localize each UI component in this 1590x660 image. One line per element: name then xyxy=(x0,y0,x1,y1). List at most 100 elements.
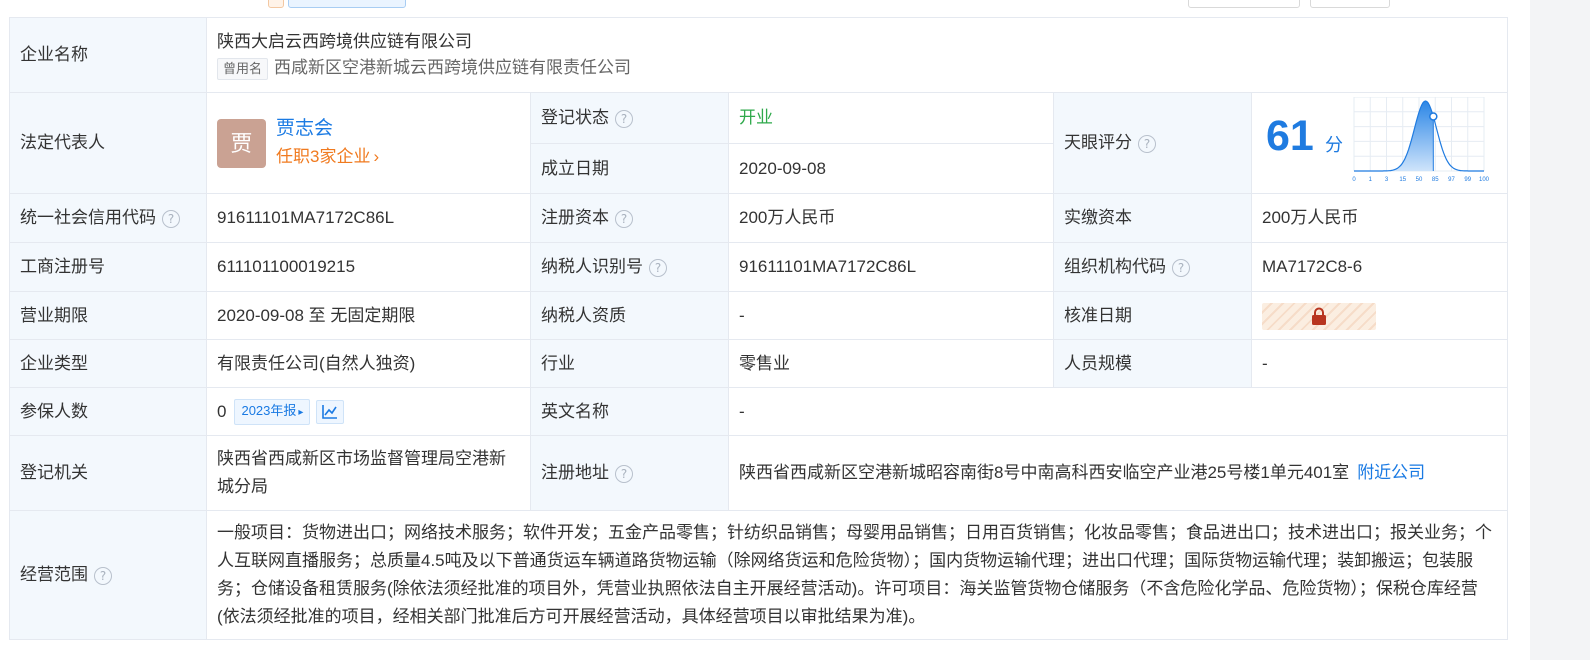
scope-label-cell: 经营范围? xyxy=(9,510,207,640)
score-label-cell: 天眼评分? xyxy=(1053,92,1252,194)
status-label-cell: 登记状态? xyxy=(530,92,729,144)
row-term: 营业期限 2020-09-08 至 无固定期限 纳税人资质 - 核准日期 xyxy=(9,291,1509,340)
row-biz-reg: 工商注册号 611101100019215 纳税人识别号? 91611101MA… xyxy=(9,242,1509,292)
biz-reg-label: 工商注册号 xyxy=(9,242,207,292)
scope-value: 一般项目：货物进出口；网络技术服务；软件开发；五金产品零售；针纺织品销售；母婴用… xyxy=(205,510,1509,640)
caret-right-icon: ▸ xyxy=(298,407,304,419)
row-legal-status: 法定代表人 贾 贾志会 任职3家企业 › 登记状态? 开业 天眼评分? 61 分 … xyxy=(9,92,1509,194)
row-authority: 登记机关 陕西省西咸新区市场监督管理局空港新城分局 注册地址? 陕西省西咸新区空… xyxy=(9,435,1509,511)
line-chart-icon xyxy=(322,405,338,419)
score-axis-tick: 100 xyxy=(1479,177,1490,183)
score-cell[interactable]: 61 分 0 1 3 15 50 85 97 99 100 xyxy=(1250,92,1509,194)
company-name-cell: 陕西大启云西跨境供应链有限公司 曾用名 西咸新区空港新城云西跨境供应链有限责任公司 xyxy=(205,17,1509,93)
authority-label: 登记机关 xyxy=(9,435,207,511)
reg-capital-label: 注册资本 xyxy=(541,208,609,227)
former-name-tag: 曾用名 xyxy=(217,58,269,80)
vip-locked-field[interactable] xyxy=(1262,302,1376,330)
taxpayer-qual-label: 纳税人资质 xyxy=(530,291,729,340)
top-toolbar-remnant xyxy=(0,0,1530,8)
status-label: 登记状态 xyxy=(541,108,609,127)
credit-value: 91611101MA7172C86L xyxy=(206,193,531,243)
row-insured: 参保人数 0 2023年报 ▸ 英文名称 - xyxy=(9,387,1509,436)
company-info-table: 企业名称 陕西大启云西跨境供应链有限公司 曾用名 西咸新区空港新城云西跨境供应链有… xyxy=(9,17,1509,640)
address-value: 陕西省西咸新区空港新城昭容南街8号中南高科西安临空产业港25号楼1单元401室 xyxy=(739,463,1350,482)
legal-rep-info: 贾志会 任职3家企业 › xyxy=(276,115,379,171)
score-axis-tick: 0 xyxy=(1352,177,1356,183)
scope-label: 经营范围 xyxy=(20,565,88,584)
english-name-value: - xyxy=(727,387,1509,436)
legal-rep-roles: 任职3家企业 xyxy=(276,147,371,166)
row-type: 企业类型 有限责任公司(自然人独资) 行业 零售业 人员规模 - xyxy=(9,339,1509,388)
company-name: 陕西大启云西跨境供应链有限公司 xyxy=(217,32,472,51)
help-icon[interactable]: ? xyxy=(1172,258,1190,277)
help-icon[interactable]: ? xyxy=(615,464,633,483)
help-icon[interactable]: ? xyxy=(94,566,112,585)
status-value: 开业 xyxy=(739,108,773,127)
org-code-value: MA7172C8-6 xyxy=(1250,242,1509,292)
term-value: 2020-09-08 至 无固定期限 xyxy=(206,291,531,340)
score-marker-point xyxy=(1429,112,1438,121)
reg-capital-label-cell: 注册资本? xyxy=(530,193,729,243)
annual-report-button[interactable]: 2023年报 ▸ xyxy=(234,399,311,426)
score-label: 天眼评分 xyxy=(1064,133,1132,152)
score-axis-tick: 1 xyxy=(1369,177,1373,183)
help-icon[interactable]: ? xyxy=(1138,134,1156,153)
credit-label-cell: 统一社会信用代码? xyxy=(9,193,207,243)
help-icon[interactable]: ? xyxy=(162,209,180,228)
row-scope: 经营范围? 一般项目：货物进出口；网络技术服务；软件开发；五金产品零售；针纺织品… xyxy=(9,510,1509,640)
help-icon[interactable]: ? xyxy=(615,209,633,228)
legal-rep-label: 法定代表人 xyxy=(9,92,207,194)
help-icon[interactable]: ? xyxy=(615,109,633,128)
type-label: 企业类型 xyxy=(9,339,207,388)
address-label-cell: 注册地址? xyxy=(530,435,729,511)
org-code-label-cell: 组织机构代码? xyxy=(1053,242,1252,292)
help-icon[interactable]: ? xyxy=(649,258,667,277)
taxpayer-id-value: 91611101MA7172C86L xyxy=(728,242,1054,292)
nearby-companies-link[interactable]: 附近公司 xyxy=(1357,463,1425,482)
score-axis-tick: 3 xyxy=(1385,177,1389,183)
score-widget[interactable]: 61 分 0 1 3 15 50 85 97 99 100 xyxy=(1252,93,1507,193)
top-button-2[interactable] xyxy=(1310,0,1390,8)
top-tag-orange[interactable] xyxy=(268,0,284,8)
address-cell: 陕西省西咸新区空港新城昭容南街8号中南高科西安临空产业港25号楼1单元401室附… xyxy=(727,435,1509,511)
found-date-label: 成立日期 xyxy=(530,143,729,194)
former-name: 西咸新区空港新城云西跨境供应链有限责任公司 xyxy=(274,58,632,77)
org-code-label: 组织机构代码 xyxy=(1064,257,1166,276)
credit-label: 统一社会信用代码 xyxy=(20,208,156,227)
taxpayer-id-label-cell: 纳税人识别号? xyxy=(530,242,729,292)
annual-report-label: 2023年报 xyxy=(241,403,297,419)
paid-capital-label: 实缴资本 xyxy=(1053,193,1252,243)
legal-rep-name-link[interactable]: 贾志会 xyxy=(276,115,379,143)
row-company-name: 企业名称 陕西大启云西跨境供应链有限公司 曾用名 西咸新区空港新城云西跨境供应链有… xyxy=(9,17,1509,93)
biz-reg-value: 611101100019215 xyxy=(206,242,531,292)
taxpayer-qual-value: - xyxy=(728,291,1054,340)
status-cell: 开业 xyxy=(728,92,1054,144)
legal-rep-roles-link[interactable]: 任职3家企业 › xyxy=(276,143,379,171)
avatar[interactable]: 贾 xyxy=(217,118,266,168)
former-name-line: 曾用名 西咸新区空港新城云西跨境供应链有限责任公司 xyxy=(217,55,1497,81)
top-button-1[interactable] xyxy=(1188,0,1300,8)
english-name-label: 英文名称 xyxy=(530,387,729,436)
term-label: 营业期限 xyxy=(9,291,207,340)
company-name-label: 企业名称 xyxy=(9,17,207,93)
lock-icon xyxy=(1312,307,1326,325)
reg-capital-value: 200万人民币 xyxy=(728,193,1054,243)
score-axis-tick: 99 xyxy=(1464,177,1471,183)
paid-capital-value: 200万人民币 xyxy=(1250,193,1509,243)
found-date-value: 2020-09-08 xyxy=(728,143,1054,194)
score-value: 61 xyxy=(1266,112,1314,160)
staff-value: - xyxy=(1250,339,1509,388)
top-tag-blue[interactable] xyxy=(288,0,406,8)
trend-chart-button[interactable] xyxy=(316,400,345,425)
authority-value: 陕西省西咸新区市场监督管理局空港新城分局 xyxy=(206,435,531,511)
score-axis-tick: 15 xyxy=(1399,177,1406,183)
legal-rep-cell: 贾 贾志会 任职3家企业 › xyxy=(206,92,531,194)
row-credit: 统一社会信用代码? 91611101MA7172C86L 注册资本? 200万人… xyxy=(9,193,1509,243)
score-axis-tick: 85 xyxy=(1432,177,1439,183)
score-axis-tick: 97 xyxy=(1448,177,1455,183)
approve-date-cell xyxy=(1250,291,1509,340)
taxpayer-id-label: 纳税人识别号 xyxy=(541,257,643,276)
insured-value: 0 xyxy=(217,401,227,421)
score-unit: 分 xyxy=(1325,135,1343,155)
right-side-rail xyxy=(1530,0,1590,660)
